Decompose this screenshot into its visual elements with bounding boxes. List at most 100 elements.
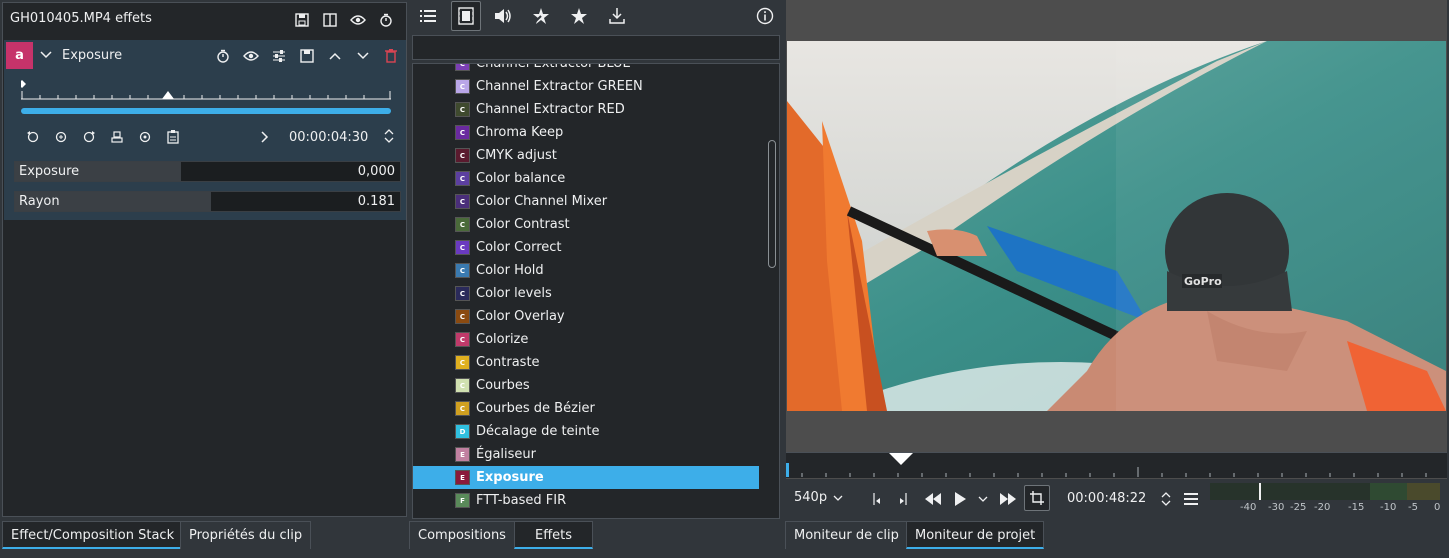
meter-bar-green [1210,483,1370,500]
save-stack-icon[interactable] [293,11,311,29]
effect-list-item[interactable]: C Color Channel Mixer [413,190,759,213]
keyframe-timecode[interactable]: 00:00:04:30 [289,130,368,145]
effect-list-item[interactable]: C CMYK adjust [413,144,759,167]
effect-list-item-label: Color balance [476,171,566,186]
effect-list-item[interactable]: C Channel Extractor BLUE [413,64,759,75]
fast-forward-icon[interactable] [997,489,1019,509]
play-icon[interactable] [949,489,971,509]
effect-list-item-label: Color Overlay [476,309,565,324]
add-keyframe-icon[interactable] [52,128,70,146]
split-compare-icon[interactable] [321,11,339,29]
video-frame[interactable]: GoPro [787,41,1446,411]
custom-effects-icon[interactable] [529,4,553,28]
save-icon[interactable] [298,47,316,65]
previous-keyframe-icon[interactable] [24,128,42,146]
tab-project-monitor[interactable]: Moniteur de projet [906,521,1045,549]
tab-compositions[interactable]: Compositions [409,521,515,549]
transport-bar: 540p 00:00:48:22 -40 -30 -25 -20 -15 -10… [786,479,1447,519]
effect-category-badge: C [455,263,470,278]
effect-category-badge: C [455,171,470,186]
effect-list-item[interactable]: C Color levels [413,282,759,305]
meter-scale: -40 -30 -25 -20 -15 -10 -5 0 [1210,502,1440,516]
effect-list-item[interactable]: C Colorize [413,328,759,351]
monitor-timecode[interactable]: 00:00:48:22 [1067,491,1146,506]
effect-list-item[interactable]: C Color Hold [413,259,759,282]
align-keyframe-icon[interactable] [108,128,126,146]
meter-scale-label: -30 [1268,502,1285,513]
crop-icon[interactable] [1024,485,1050,511]
move-down-icon[interactable] [354,47,372,65]
effect-category-badge: D [455,424,470,439]
timer-icon[interactable] [377,11,395,29]
move-up-icon[interactable] [326,47,344,65]
meter-scale-label: 0 [1434,502,1441,513]
adjust-icon[interactable] [270,47,288,65]
timecode-spinner-icon[interactable] [382,126,396,146]
tab-effects[interactable]: Effets [514,521,594,549]
timer-icon[interactable] [214,47,232,65]
effect-list-item[interactable]: C Courbes [413,374,759,397]
param-exposure-slider[interactable]: Exposure 0,000 [14,161,401,182]
tab-effect-composition-stack[interactable]: Effect/Composition Stack [2,521,184,549]
effect-category-badge: C [455,240,470,255]
effect-category-badge: C [455,64,470,71]
audio-level-meter: -40 -30 -25 -20 -15 -10 -5 0 [1210,483,1440,517]
chevron-down-icon [833,495,843,501]
effect-list-item[interactable]: C Courbes de Bézier [413,397,759,420]
effect-list-item[interactable]: E Égaliseur [413,443,759,466]
tab-clip-monitor[interactable]: Moniteur de clip [785,521,908,549]
rewind-icon[interactable] [922,489,944,509]
keyframe-range-bar[interactable] [21,108,391,114]
effect-list-item[interactable]: C Contraste [413,351,759,374]
effect-list-item[interactable]: D Décalage de teinte [413,420,759,443]
info-icon[interactable] [753,4,777,28]
effect-list-item-label: Colorize [476,332,529,347]
resolution-dropdown[interactable]: 540p [794,490,843,505]
chevron-right-icon[interactable] [256,128,274,146]
effect-list-item[interactable]: E Exposure [413,466,759,489]
effect-list-item[interactable]: F FTT-based FIR [413,489,759,512]
download-icon[interactable] [605,4,629,28]
effects-scrollbar-handle[interactable] [768,140,776,268]
eye-icon[interactable] [349,11,367,29]
favorite-star-icon[interactable] [567,4,591,28]
tab-clip-properties[interactable]: Propriétés du clip [180,521,312,549]
effects-search-input[interactable] [412,35,780,60]
effect-list-item[interactable]: C Color Contrast [413,213,759,236]
audio-effects-icon[interactable] [491,4,515,28]
param-rayon-label: Rayon [19,194,60,209]
effect-list-item[interactable]: C Channel Extractor RED [413,98,759,121]
chevron-down-icon[interactable] [39,48,53,62]
effect-category-badge: F [455,493,470,508]
meter-scale-label: -5 [1408,502,1418,513]
delete-icon[interactable] [382,47,400,65]
play-options-chevron-icon[interactable] [975,489,991,509]
effect-list-item[interactable]: C Chroma Keep [413,121,759,144]
video-effects-icon[interactable] [451,1,481,31]
set-out-point-icon[interactable] [894,489,912,509]
timecode-spinner-icon[interactable] [1159,488,1173,510]
effect-list-item[interactable]: C Channel Extractor GREEN [413,75,759,98]
list-view-icon[interactable] [416,4,440,28]
effects-scrollbar[interactable] [765,64,779,518]
monitor-ruler[interactable] [786,452,1447,478]
effect-list-item[interactable]: C Color balance [413,167,759,190]
hamburger-menu-icon[interactable] [1182,489,1200,509]
next-keyframe-icon[interactable] [80,128,98,146]
effect-list-item-label: Décalage de teinte [476,424,600,439]
keyframe-ruler[interactable] [21,80,391,102]
effect-badge: a [6,42,33,69]
eye-icon[interactable] [242,47,260,65]
keyframe-settings-icon[interactable] [136,128,154,146]
effect-category-badge: C [455,125,470,140]
param-rayon-slider[interactable]: Rayon 0.181 [14,191,401,212]
effect-stack-title: GH010405.MP4 effets [10,11,152,26]
effect-category-badge: C [455,355,470,370]
meter-scale-label: -10 [1380,502,1397,513]
set-in-point-icon[interactable] [868,489,886,509]
effect-list-item[interactable]: C Color Overlay [413,305,759,328]
clipboard-icon[interactable] [164,128,182,146]
effect-category-badge: C [455,286,470,301]
effect-list-item[interactable]: C Color Correct [413,236,759,259]
effect-list-item-label: Chroma Keep [476,125,564,140]
